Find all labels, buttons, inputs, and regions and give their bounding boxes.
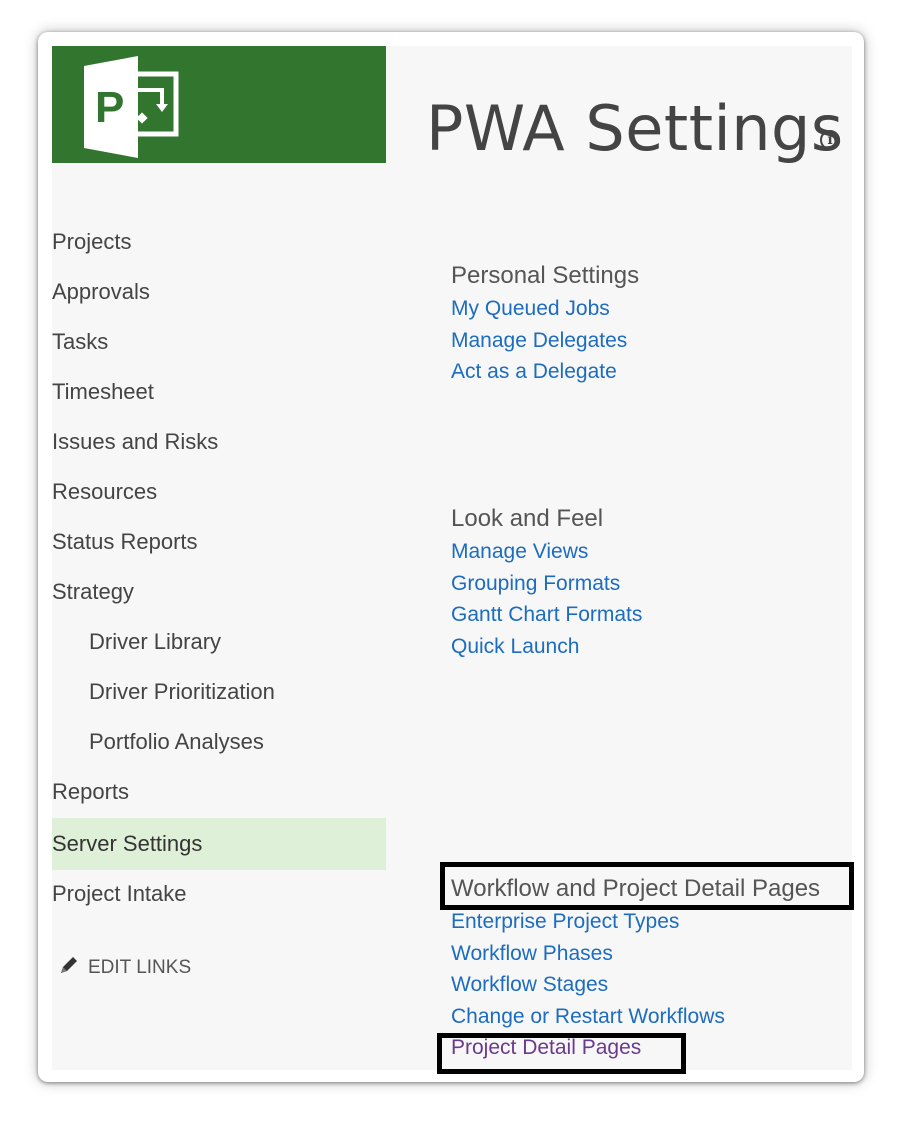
section-look-and-feel: Look and Feel Manage Views Grouping Form… bbox=[451, 502, 642, 662]
page-title: PWA Settings bbox=[426, 92, 844, 165]
highlight-box-workflow-title bbox=[440, 862, 854, 910]
highlight-box-project-detail-pages bbox=[437, 1033, 686, 1074]
section-title-personal-settings: Personal Settings bbox=[451, 262, 640, 289]
project-logo-icon: P bbox=[84, 56, 179, 158]
nav-item-tasks[interactable]: Tasks bbox=[52, 318, 386, 368]
pwa-settings-page: P PWA Settings i Projects Approvals Task… bbox=[52, 46, 852, 1070]
edit-links-label: EDIT LINKS bbox=[88, 957, 192, 978]
section-personal-settings: Personal Settings My Queued Jobs Manage … bbox=[451, 259, 639, 388]
edit-links-button[interactable]: EDIT LINKS bbox=[58, 954, 191, 979]
nav-item-driver-library[interactable]: Driver Library bbox=[52, 618, 386, 668]
nav-item-timesheet[interactable]: Timesheet bbox=[52, 368, 386, 418]
nav-item-resources[interactable]: Resources bbox=[52, 468, 386, 518]
svg-text:P: P bbox=[95, 83, 124, 132]
nav-item-reports[interactable]: Reports bbox=[52, 768, 386, 818]
info-circle-icon[interactable]: i bbox=[820, 130, 840, 150]
link-grouping-formats[interactable]: Grouping Formats bbox=[451, 568, 642, 600]
link-act-as-a-delegate[interactable]: Act as a Delegate bbox=[451, 356, 639, 388]
link-workflow-stages[interactable]: Workflow Stages bbox=[451, 969, 820, 1001]
pencil-icon bbox=[61, 957, 77, 973]
nav-item-approvals[interactable]: Approvals bbox=[52, 268, 386, 318]
quick-launch-nav: Projects Approvals Tasks Timesheet Issue… bbox=[52, 218, 386, 920]
link-enterprise-project-types[interactable]: Enterprise Project Types bbox=[451, 906, 820, 938]
link-manage-delegates[interactable]: Manage Delegates bbox=[451, 325, 639, 357]
nav-item-portfolio-analyses[interactable]: Portfolio Analyses bbox=[52, 718, 386, 768]
link-workflow-phases[interactable]: Workflow Phases bbox=[451, 938, 820, 970]
nav-item-driver-prioritization[interactable]: Driver Prioritization bbox=[52, 668, 386, 718]
project-logo-tile[interactable]: P bbox=[52, 46, 386, 163]
link-gantt-chart-formats[interactable]: Gantt Chart Formats bbox=[451, 599, 642, 631]
nav-item-project-intake[interactable]: Project Intake bbox=[52, 870, 386, 920]
link-my-queued-jobs[interactable]: My Queued Jobs bbox=[451, 293, 639, 325]
link-manage-views[interactable]: Manage Views bbox=[451, 536, 642, 568]
link-change-or-restart-workflows[interactable]: Change or Restart Workflows bbox=[451, 1001, 820, 1033]
nav-item-issues-and-risks[interactable]: Issues and Risks bbox=[52, 418, 386, 468]
nav-item-status-reports[interactable]: Status Reports bbox=[52, 518, 386, 568]
link-quick-launch[interactable]: Quick Launch bbox=[451, 631, 642, 663]
nav-item-projects[interactable]: Projects bbox=[52, 218, 386, 268]
section-title-look-and-feel: Look and Feel bbox=[451, 505, 604, 532]
nav-item-server-settings[interactable]: Server Settings bbox=[52, 818, 386, 870]
nav-item-strategy[interactable]: Strategy bbox=[52, 568, 386, 618]
